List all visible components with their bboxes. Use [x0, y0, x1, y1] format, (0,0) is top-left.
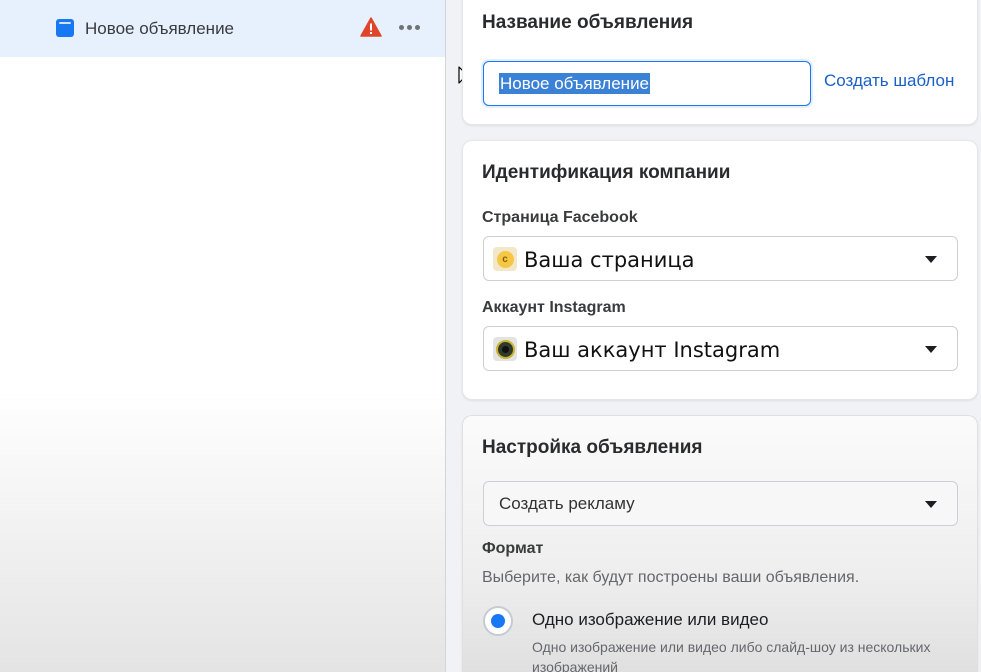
single-image-option-desc: Одно изображение или видео либо слайд-шо… — [532, 639, 931, 672]
facebook-page-label: Страница Facebook — [482, 209, 638, 226]
create-template-link[interactable]: Создать шаблон — [824, 71, 954, 91]
instagram-account-value: Ваш аккаунт Instagram — [524, 338, 781, 362]
facebook-page-select[interactable]: c Ваша страница — [483, 236, 958, 281]
format-label: Формат — [482, 540, 544, 557]
ad-setup-card: Настройка объявления Создать рекламу Фор… — [462, 415, 978, 672]
facebook-page-value: Ваша страница — [524, 248, 695, 272]
more-icon[interactable] — [397, 17, 421, 37]
ad-name-title: Название объявления — [482, 12, 694, 33]
sidebar-item-new-ad[interactable]: Новое объявление — [0, 0, 445, 57]
create-ad-value: Создать рекламу — [499, 494, 635, 513]
instagram-account-label: Аккаунт Instagram — [482, 299, 626, 316]
single-image-radio[interactable] — [483, 606, 513, 636]
instagram-account-avatar — [493, 337, 517, 361]
ad-name-card: Название объявления Новое объявление Соз… — [462, 0, 978, 125]
create-ad-select[interactable]: Создать рекламу — [483, 481, 958, 526]
single-image-option-label[interactable]: Одно изображение или видео — [532, 610, 768, 630]
chevron-down-icon — [925, 256, 937, 263]
instagram-account-select[interactable]: Ваш аккаунт Instagram — [483, 326, 958, 371]
chevron-down-icon — [925, 501, 937, 508]
chevron-down-icon — [925, 346, 937, 353]
ad-icon — [56, 19, 74, 37]
ad-name-input-value: Новое объявление — [499, 73, 651, 94]
sidebar-item-label: Новое объявление — [85, 19, 235, 38]
identity-title: Идентификация компании — [482, 162, 731, 183]
ad-name-input[interactable]: Новое объявление — [483, 61, 811, 106]
facebook-page-avatar: c — [493, 247, 517, 271]
ad-setup-title: Настройка объявления — [482, 437, 703, 458]
sidebar: Новое объявление — [0, 0, 446, 672]
identity-card: Идентификация компании Страница Facebook… — [462, 140, 978, 400]
warning-icon[interactable] — [360, 17, 382, 37]
radio-selected-dot — [491, 614, 505, 628]
format-hint: Выберите, как будут построены ваши объяв… — [482, 569, 860, 586]
